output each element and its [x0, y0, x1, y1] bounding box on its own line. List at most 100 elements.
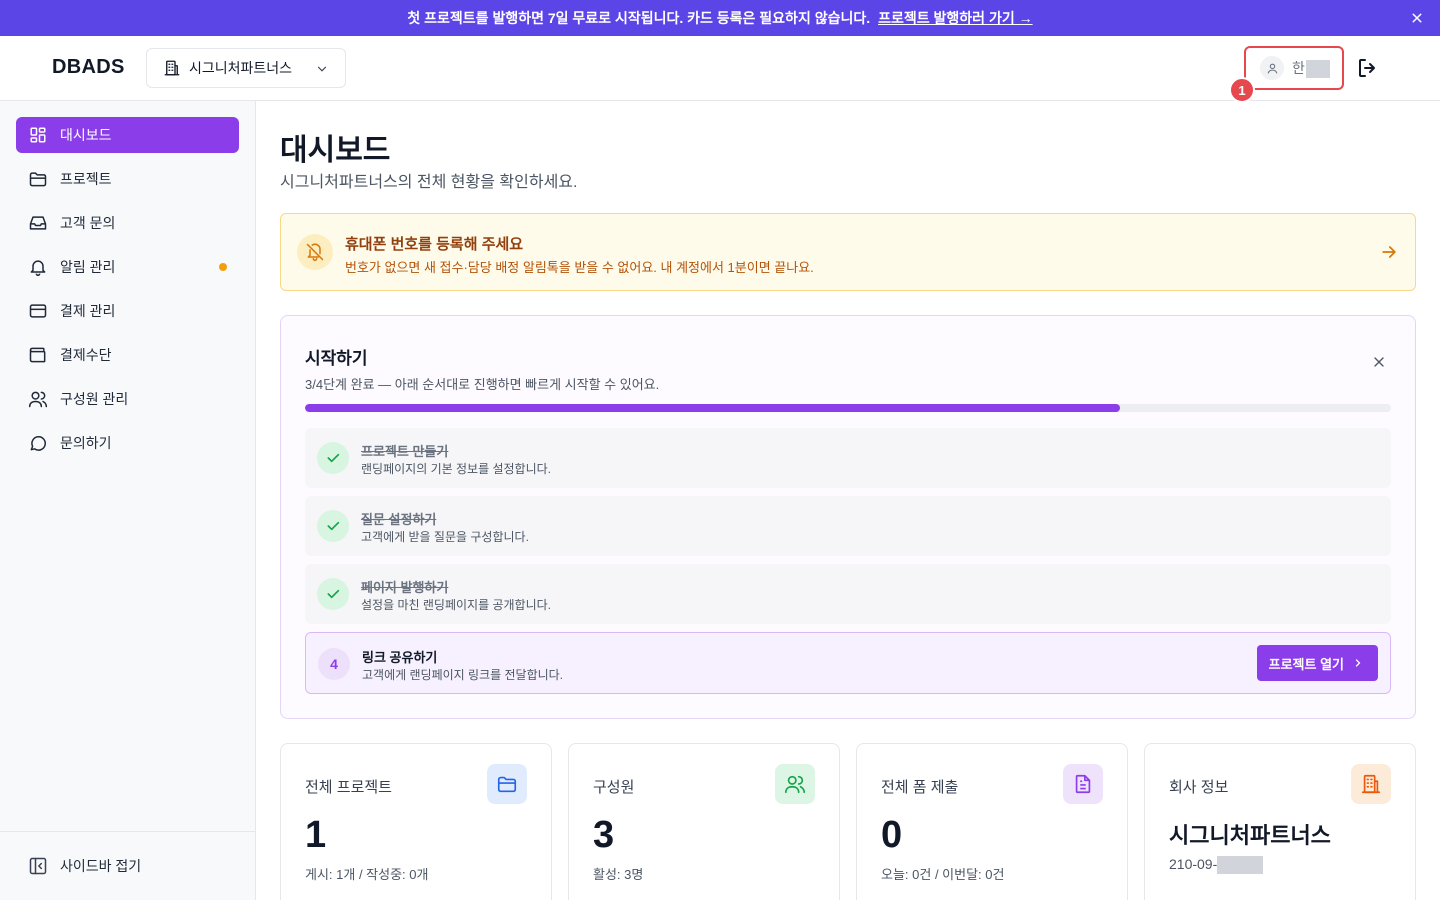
open-project-button[interactable]: 프로젝트 열기 [1256, 645, 1378, 681]
sidebar-item-inquiries[interactable]: 고객 문의 [16, 205, 239, 241]
step-done-badge [317, 578, 349, 610]
chat-icon [30, 436, 46, 451]
credit-card-icon [29, 304, 47, 318]
stat-label: 전체 폼 제출 [881, 779, 959, 796]
notification-dot [219, 263, 227, 271]
sidebar-item-label: 대시보드 [60, 127, 112, 143]
stat-label: 구성원 [593, 779, 635, 796]
stat-card-projects: 전체 프로젝트 1 게시: 1개 / 작성중: 0개 [280, 743, 552, 900]
user-menu-button[interactable]: 한 [1244, 46, 1344, 90]
user-name-text: 한 [1292, 59, 1305, 76]
stat-icon-wrap [1063, 764, 1103, 804]
stat-description: 활성: 3명 [593, 867, 644, 882]
sidebar-item-dashboard[interactable]: 대시보드 [16, 117, 239, 153]
users-icon [785, 775, 805, 794]
logout-icon[interactable] [1356, 56, 1380, 80]
sidebar-item-label: 결제수단 [60, 347, 112, 363]
user-icon [1267, 63, 1277, 74]
progress-fill [305, 404, 1120, 412]
wallet-icon [29, 347, 46, 363]
step-number: 4 [318, 648, 350, 680]
folder-icon [497, 776, 517, 793]
bell-off-icon [306, 243, 324, 262]
stat-icon-wrap [487, 764, 527, 804]
check-icon [327, 521, 340, 531]
sidebar-item-notifications[interactable]: 알림 관리 [16, 249, 239, 285]
alert-title: 휴대폰 번호를 등록해 주세요 [345, 236, 524, 253]
step-item: 질문 설정하기 고객에게 받을 질문을 구성합니다. [305, 496, 1391, 556]
top-header: DBADS 시그니처파트너스 한 [0, 36, 1440, 101]
step-title: 질문 설정하기 [361, 512, 437, 527]
step-description: 랜딩페이지의 기본 정보를 설정합니다. [361, 462, 551, 476]
step-title: 페이지 발행하기 [361, 580, 449, 595]
page-title: 대시보드 [280, 134, 391, 167]
step-item: 페이지 발행하기 설정을 마친 랜딩페이지를 공개합니다. [305, 564, 1391, 624]
sidebar-item-label: 문의하기 [60, 435, 112, 451]
document-icon [1075, 774, 1091, 794]
step-item-current: 4 링크 공유하기 고객에게 랜딩페이지 링크를 전달합니다. 프로젝트 열기 [305, 632, 1391, 694]
stat-description: 게시: 1개 / 작성중: 0개 [305, 867, 429, 882]
step-description: 설정을 마친 랜딩페이지를 공개합니다. [361, 598, 551, 612]
organization-select[interactable]: 시그니처파트너스 [146, 48, 346, 88]
getting-started-subtitle: 3/4단계 완료 — 아래 순서대로 진행하면 빠르게 시작할 수 있어요. [305, 377, 660, 392]
step-done-badge [317, 510, 349, 542]
chevron-right-icon [1355, 659, 1361, 667]
stat-icon-wrap [775, 764, 815, 804]
sidebar-item-payment-methods[interactable]: 결제수단 [16, 337, 239, 373]
redacted-name [1305, 60, 1330, 79]
redacted-number [1217, 856, 1264, 875]
folder-icon [29, 172, 47, 187]
stat-description: 오늘: 0건 / 이번달: 0건 [881, 867, 1005, 882]
stat-icon-wrap [1351, 764, 1391, 804]
company-name: 시그니처파트너스 [1169, 823, 1331, 848]
phone-registration-alert[interactable]: 휴대폰 번호를 등록해 주세요 번호가 없으면 새 접수·담당 배정 알림톡을 … [280, 213, 1416, 291]
stat-value: 0 [881, 814, 903, 856]
step-done-badge [317, 442, 349, 474]
business-number: 210-09- [1169, 856, 1264, 875]
promo-banner: 첫 프로젝트를 발행하면 7일 무료로 시작됩니다. 카드 등록은 필요하지 않… [0, 0, 1440, 36]
stat-label: 회사 정보 [1169, 779, 1229, 796]
grid-icon [30, 127, 46, 143]
building-icon [164, 60, 180, 76]
sidebar-item-label: 구성원 관리 [60, 391, 129, 407]
close-icon[interactable] [1371, 354, 1387, 370]
stat-card-form-submissions: 전체 폼 제출 0 오늘: 0건 / 이번달: 0건 [856, 743, 1128, 900]
building-icon [1361, 774, 1381, 794]
avatar [1260, 56, 1284, 80]
getting-started-title: 시작하기 [305, 349, 368, 368]
sidebar-item-label: 알림 관리 [60, 259, 116, 275]
sidebar-footer: 사이드바 접기 [0, 831, 255, 900]
sidebar-collapse-icon [29, 857, 47, 875]
stat-value: 1 [305, 814, 327, 856]
collapse-sidebar-button[interactable]: 사이드바 접기 [28, 856, 141, 876]
progress-bar [305, 404, 1391, 412]
check-icon [327, 589, 340, 599]
sidebar: 대시보드 프로젝트 고객 문의 알림 관리 결제 관리 결제수단 구성원 관리 … [0, 101, 256, 900]
step-title: 프로젝트 만들기 [361, 444, 449, 459]
organization-name: 시그니처파트너스 [189, 60, 293, 76]
sidebar-item-label: 프로젝트 [60, 171, 112, 187]
sidebar-item-contact[interactable]: 문의하기 [16, 425, 239, 461]
inbox-icon [29, 216, 47, 230]
user-name: 한 [1292, 58, 1330, 79]
check-icon [327, 453, 340, 463]
app-logo[interactable]: DBADS [52, 56, 125, 79]
alert-description: 번호가 없으면 새 접수·담당 배정 알림톡을 받을 수 없어요. 내 계정에서… [345, 260, 814, 275]
users-icon [28, 391, 48, 408]
banner-link[interactable]: 프로젝트 발행하러 가기 → [878, 8, 1032, 28]
page-subtitle: 시그니처파트너스의 전체 현황을 확인하세요. [280, 174, 578, 191]
sidebar-item-projects[interactable]: 프로젝트 [16, 161, 239, 197]
stat-value: 3 [593, 814, 615, 856]
bell-icon [30, 260, 46, 277]
stat-card-members: 구성원 3 활성: 3명 [568, 743, 840, 900]
step-title: 링크 공유하기 [362, 650, 438, 665]
open-project-label: 프로젝트 열기 [1268, 656, 1344, 672]
business-number-text: 210-09- [1169, 856, 1218, 872]
sidebar-item-billing[interactable]: 결제 관리 [16, 293, 239, 329]
main-content: 대시보드 시그니처파트너스의 전체 현황을 확인하세요. 휴대폰 번호를 등록해… [256, 101, 1440, 900]
close-icon[interactable] [1408, 9, 1426, 27]
arrow-right-icon [1382, 246, 1396, 258]
chevron-down-icon [317, 66, 327, 72]
step-description: 고객에게 랜딩페이지 링크를 전달합니다. [362, 668, 564, 682]
sidebar-item-members[interactable]: 구성원 관리 [16, 381, 239, 417]
